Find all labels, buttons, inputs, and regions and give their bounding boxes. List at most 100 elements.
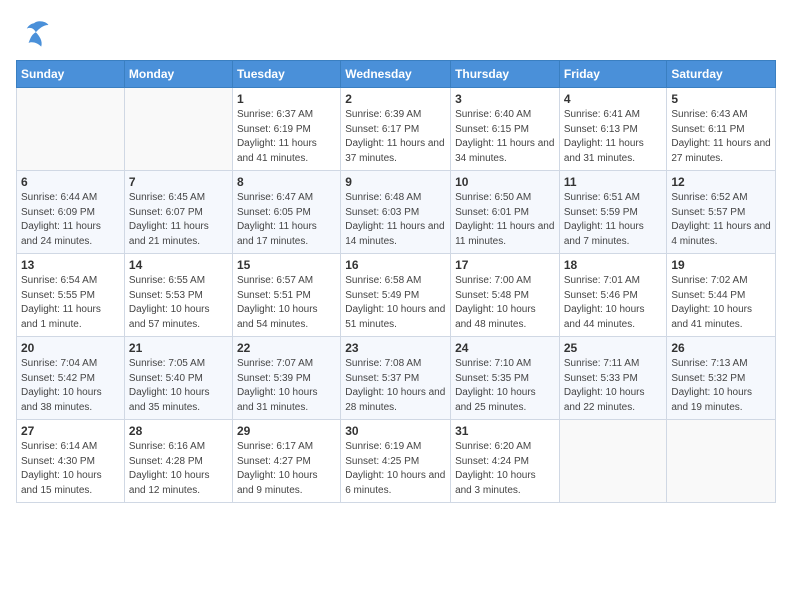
calendar-cell: 17 Sunrise: 7:00 AM Sunset: 5:48 PM Dayli… — [451, 254, 560, 337]
calendar-cell: 7Sunrise: 6:45 AM Sunset: 6:07 PM Daylig… — [124, 171, 232, 254]
calendar-cell: 24Sunrise: 7:10 AM Sunset: 5:35 PM Dayli… — [451, 337, 560, 420]
week-row-5: 27Sunrise: 6:14 AM Sunset: 4:30 PM Dayli… — [17, 420, 776, 503]
calendar-cell: 3Sunrise: 6:40 AM Sunset: 6:15 PM Daylig… — [451, 88, 560, 171]
day-header-wednesday: Wednesday — [341, 61, 451, 88]
calendar-cell — [667, 420, 776, 503]
week-row-4: 20 Sunrise: 7:04 AM Sunset: 5:42 PM Dayli… — [17, 337, 776, 420]
calendar-cell: 22 Sunrise: 7:07 AM Sunset: 5:39 PM Dayli… — [232, 337, 340, 420]
calendar-cell — [559, 420, 667, 503]
day-number: 4 — [564, 92, 663, 106]
calendar-cell: 25 Sunrise: 7:11 AM Sunset: 5:33 PM Dayli… — [559, 337, 667, 420]
day-number: 18 — [564, 258, 663, 272]
day-number: 12 — [671, 175, 771, 189]
week-row-2: 6 Sunrise: 6:44 AM Sunset: 6:09 PM Daylig… — [17, 171, 776, 254]
day-number: 29 — [237, 424, 336, 438]
calendar-cell — [124, 88, 232, 171]
day-number: 25 — [564, 341, 663, 355]
day-info: Sunrise: 6:16 AM Sunset: 4:28 PM Dayligh… — [129, 440, 228, 498]
day-info: Sunrise: 6:48 AM Sunset: 6:03 PM Dayligh… — [345, 191, 446, 249]
calendar-table: SundayMondayTuesdayWednesdayThursdayFrid… — [16, 60, 776, 503]
day-number: 13 — [21, 258, 120, 272]
calendar-cell: 28 Sunrise: 6:16 AM Sunset: 4:28 PM Dayli… — [124, 420, 232, 503]
day-number: 7 — [129, 175, 228, 189]
calendar-header-row: SundayMondayTuesdayWednesdayThursdayFrid… — [17, 61, 776, 88]
calendar-cell: 2 Sunrise: 6:39 AM Sunset: 6:17 PM Daylig… — [341, 88, 451, 171]
calendar-cell: 19Sunrise: 7:02 AM Sunset: 5:44 PM Dayli… — [667, 254, 776, 337]
day-info: Sunrise: 7:01 AM Sunset: 5:46 PM Dayligh… — [564, 274, 663, 332]
day-number: 6 — [21, 175, 120, 189]
day-number: 30 — [345, 424, 446, 438]
day-info: Sunrise: 6:37 AM Sunset: 6:19 PM Dayligh… — [237, 108, 336, 166]
calendar-cell: 27Sunrise: 6:14 AM Sunset: 4:30 PM Dayli… — [17, 420, 125, 503]
calendar-cell: 9Sunrise: 6:48 AM Sunset: 6:03 PM Daylig… — [341, 171, 451, 254]
day-number: 20 — [21, 341, 120, 355]
day-number: 24 — [455, 341, 555, 355]
calendar-cell: 31 Sunrise: 6:20 AM Sunset: 4:24 PM Dayli… — [451, 420, 560, 503]
day-info: Sunrise: 6:39 AM Sunset: 6:17 PM Dayligh… — [345, 108, 446, 166]
day-header-sunday: Sunday — [17, 61, 125, 88]
day-info: Sunrise: 7:00 AM Sunset: 5:48 PM Dayligh… — [455, 274, 555, 332]
day-info: Sunrise: 7:07 AM Sunset: 5:39 PM Dayligh… — [237, 357, 336, 415]
day-info: Sunrise: 7:05 AM Sunset: 5:40 PM Dayligh… — [129, 357, 228, 415]
calendar-cell: 12 Sunrise: 6:52 AM Sunset: 5:57 PM Dayli… — [667, 171, 776, 254]
day-number: 8 — [237, 175, 336, 189]
day-info: Sunrise: 7:13 AM Sunset: 5:32 PM Dayligh… — [671, 357, 771, 415]
calendar-cell: 14 Sunrise: 6:55 AM Sunset: 5:53 PM Dayli… — [124, 254, 232, 337]
day-info: Sunrise: 6:58 AM Sunset: 5:49 PM Dayligh… — [345, 274, 446, 332]
day-number: 1 — [237, 92, 336, 106]
day-info: Sunrise: 6:54 AM Sunset: 5:55 PM Dayligh… — [21, 274, 120, 332]
logo — [16, 16, 56, 52]
day-info: Sunrise: 6:17 AM Sunset: 4:27 PM Dayligh… — [237, 440, 336, 498]
day-header-monday: Monday — [124, 61, 232, 88]
day-number: 17 — [455, 258, 555, 272]
day-info: Sunrise: 7:11 AM Sunset: 5:33 PM Dayligh… — [564, 357, 663, 415]
day-number: 31 — [455, 424, 555, 438]
day-info: Sunrise: 6:20 AM Sunset: 4:24 PM Dayligh… — [455, 440, 555, 498]
day-info: Sunrise: 7:04 AM Sunset: 5:42 PM Dayligh… — [21, 357, 120, 415]
day-info: Sunrise: 6:51 AM Sunset: 5:59 PM Dayligh… — [564, 191, 663, 249]
calendar-cell: 26 Sunrise: 7:13 AM Sunset: 5:32 PM Dayli… — [667, 337, 776, 420]
day-number: 22 — [237, 341, 336, 355]
day-info: Sunrise: 7:08 AM Sunset: 5:37 PM Dayligh… — [345, 357, 446, 415]
day-number: 26 — [671, 341, 771, 355]
calendar-cell: 18 Sunrise: 7:01 AM Sunset: 5:46 PM Dayli… — [559, 254, 667, 337]
calendar-cell: 23Sunrise: 7:08 AM Sunset: 5:37 PM Dayli… — [341, 337, 451, 420]
day-number: 14 — [129, 258, 228, 272]
day-header-thursday: Thursday — [451, 61, 560, 88]
calendar-cell — [17, 88, 125, 171]
day-info: Sunrise: 6:52 AM Sunset: 5:57 PM Dayligh… — [671, 191, 771, 249]
day-number: 27 — [21, 424, 120, 438]
calendar-cell: 30 Sunrise: 6:19 AM Sunset: 4:25 PM Dayli… — [341, 420, 451, 503]
day-header-tuesday: Tuesday — [232, 61, 340, 88]
day-info: Sunrise: 7:02 AM Sunset: 5:44 PM Dayligh… — [671, 274, 771, 332]
calendar-cell: 15 Sunrise: 6:57 AM Sunset: 5:51 PM Dayli… — [232, 254, 340, 337]
day-number: 11 — [564, 175, 663, 189]
day-header-saturday: Saturday — [667, 61, 776, 88]
day-number: 21 — [129, 341, 228, 355]
day-info: Sunrise: 6:40 AM Sunset: 6:15 PM Dayligh… — [455, 108, 555, 166]
day-number: 28 — [129, 424, 228, 438]
day-header-friday: Friday — [559, 61, 667, 88]
calendar-cell: 1 Sunrise: 6:37 AM Sunset: 6:19 PM Daylig… — [232, 88, 340, 171]
logo-bird-icon — [16, 16, 52, 52]
calendar-cell: 29 Sunrise: 6:17 AM Sunset: 4:27 PM Dayli… — [232, 420, 340, 503]
day-info: Sunrise: 6:19 AM Sunset: 4:25 PM Dayligh… — [345, 440, 446, 498]
day-info: Sunrise: 6:57 AM Sunset: 5:51 PM Dayligh… — [237, 274, 336, 332]
day-info: Sunrise: 6:44 AM Sunset: 6:09 PM Dayligh… — [21, 191, 120, 249]
day-number: 5 — [671, 92, 771, 106]
week-row-1: 1 Sunrise: 6:37 AM Sunset: 6:19 PM Daylig… — [17, 88, 776, 171]
page-header — [16, 16, 776, 52]
day-info: Sunrise: 6:41 AM Sunset: 6:13 PM Dayligh… — [564, 108, 663, 166]
day-number: 15 — [237, 258, 336, 272]
calendar-cell: 11 Sunrise: 6:51 AM Sunset: 5:59 PM Dayli… — [559, 171, 667, 254]
day-info: Sunrise: 6:55 AM Sunset: 5:53 PM Dayligh… — [129, 274, 228, 332]
day-number: 2 — [345, 92, 446, 106]
calendar-cell: 8 Sunrise: 6:47 AM Sunset: 6:05 PM Daylig… — [232, 171, 340, 254]
calendar-cell: 21 Sunrise: 7:05 AM Sunset: 5:40 PM Dayli… — [124, 337, 232, 420]
calendar-cell: 4 Sunrise: 6:41 AM Sunset: 6:13 PM Daylig… — [559, 88, 667, 171]
calendar-cell: 10Sunrise: 6:50 AM Sunset: 6:01 PM Dayli… — [451, 171, 560, 254]
day-info: Sunrise: 6:47 AM Sunset: 6:05 PM Dayligh… — [237, 191, 336, 249]
calendar-cell: 5Sunrise: 6:43 AM Sunset: 6:11 PM Daylig… — [667, 88, 776, 171]
day-info: Sunrise: 6:50 AM Sunset: 6:01 PM Dayligh… — [455, 191, 555, 249]
calendar-cell: 16Sunrise: 6:58 AM Sunset: 5:49 PM Dayli… — [341, 254, 451, 337]
